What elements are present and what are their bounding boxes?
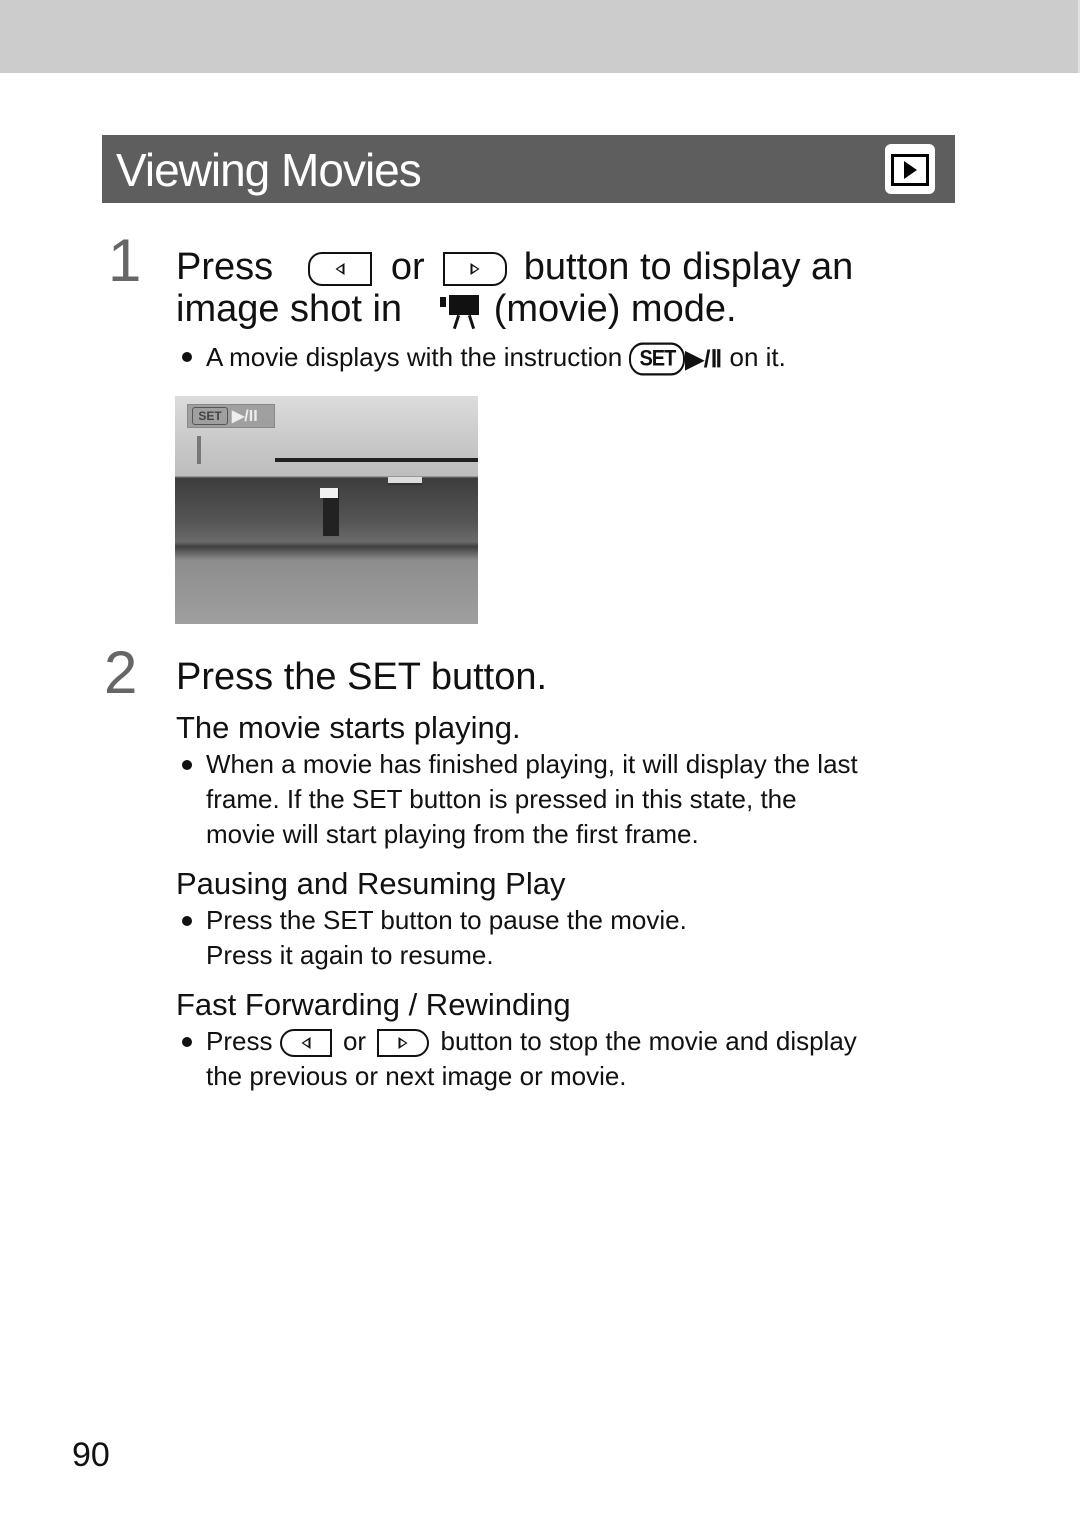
step1-bullet-text: A movie displays with the instruction SE… [206, 340, 786, 377]
bullet-icon [182, 916, 192, 926]
set-button-icon: SET [629, 342, 686, 376]
section-title-bar: Viewing Movies [102, 135, 955, 203]
bullet-icon [182, 352, 192, 362]
left-button-icon [279, 1029, 332, 1058]
text-instruction: A movie displays with the instruction [206, 342, 623, 372]
step1-instruction-line2: image shot in (movie) mode. [176, 288, 737, 331]
osd-set-label: SET [192, 407, 228, 425]
step-number-2: 2 [104, 639, 138, 706]
play-pause-icon: ▶/Ⅱ [685, 345, 723, 373]
step2-bullet-line-1: When a movie has finished playing, it wi… [206, 749, 858, 779]
step2-subheading: The movie starts playing. [176, 710, 521, 745]
pausing-line-1: Press the SET button to pause the movie. [206, 905, 687, 935]
image-boat [388, 477, 422, 485]
text-or: or [390, 246, 425, 288]
step1-instruction-line1: Press or button to display an [176, 246, 853, 289]
osd-play-pause-label: ▶/II [232, 408, 258, 425]
text-on-it: on it. [729, 342, 786, 372]
movie-frame-image: SET ▶/II [175, 396, 478, 624]
page-number: 90 [72, 1436, 110, 1474]
image-cloth [320, 488, 338, 498]
ffrew-heading: Fast Forwarding / Rewinding [176, 987, 571, 1022]
ffrew-line-1: Press or button to stop the movie and di… [206, 1024, 857, 1059]
text-image-shot-in: image shot in [176, 288, 403, 330]
step-number-1: 1 [108, 227, 142, 294]
image-horizon [275, 458, 478, 462]
left-button-icon [308, 251, 373, 286]
page-title: Viewing Movies [116, 144, 422, 196]
text-rest: button to stop the movie and display [440, 1026, 857, 1056]
step2-heading: Press the SET button. [176, 656, 548, 698]
bullet-icon [182, 1037, 192, 1047]
step2-bullet-line-3: movie will start playing from the first … [206, 819, 699, 849]
right-button-icon [443, 251, 508, 286]
text-press: Press [176, 246, 274, 288]
osd-overlay: SET ▶/II [187, 404, 275, 428]
movie-mode-icon [437, 291, 483, 331]
text-or: or [342, 1026, 367, 1056]
text-rest: button to display an [523, 246, 854, 288]
playback-mode-icon [885, 144, 935, 194]
pausing-line-2: Press it again to resume. [206, 940, 494, 970]
page-header-band [0, 0, 1080, 73]
pausing-heading: Pausing and Resuming Play [176, 866, 566, 901]
text-press: Press [206, 1026, 273, 1056]
text-movie-mode: (movie) mode. [493, 288, 737, 330]
ffrew-line-2: the previous or next image or movie. [206, 1061, 627, 1091]
right-button-icon [377, 1029, 430, 1058]
bullet-icon [182, 760, 192, 770]
step2-bullet-line-2: frame. If the SET button is pressed in t… [206, 784, 797, 814]
image-tower [197, 436, 201, 464]
